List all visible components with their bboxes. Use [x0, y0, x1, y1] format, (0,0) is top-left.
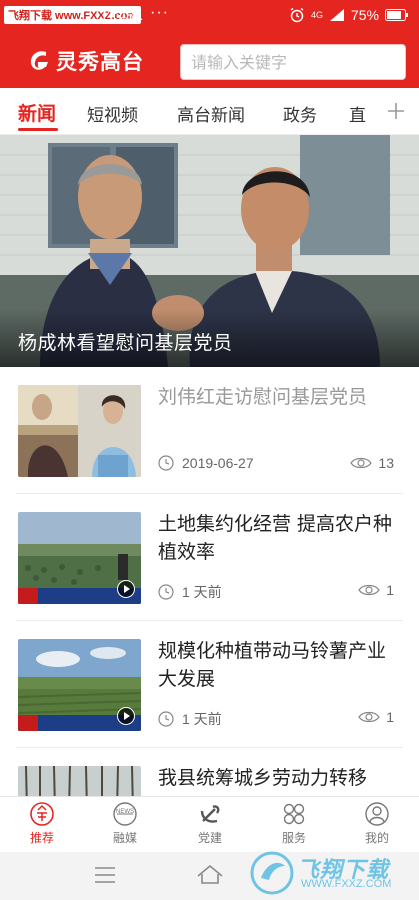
- news-thumbnail: [18, 512, 141, 604]
- nav-label: 党建: [197, 831, 222, 845]
- news-item[interactable]: 规模化种植带动马铃薯产业大发展 1 天前 1: [0, 621, 419, 748]
- tab-gaotai-news[interactable]: 高台新闻: [177, 101, 245, 126]
- news-title: 规模化种植带动马铃薯产业大发展: [158, 640, 387, 690]
- home-icon[interactable]: [196, 864, 224, 888]
- add-channel-button[interactable]: [375, 88, 419, 134]
- app-logo: 灵秀高台: [26, 46, 144, 76]
- tab-news[interactable]: 新闻: [18, 99, 56, 126]
- news-item[interactable]: 我县统筹城乡劳动力转移: [0, 748, 419, 796]
- news-time: 1 天前: [158, 582, 222, 602]
- service-icon: [283, 803, 305, 825]
- clock-icon: [158, 455, 174, 471]
- news-meta: 2019-06-27 13: [158, 455, 394, 475]
- news-time-text: 1 天前: [182, 711, 222, 727]
- nav-label: 推荐: [29, 831, 54, 845]
- profile-icon: [365, 802, 389, 826]
- news-icon: NEWS: [113, 802, 137, 826]
- logo-text: 灵秀高台: [56, 50, 144, 74]
- news-views: 1: [358, 709, 394, 725]
- news-time: 2019-06-27: [158, 455, 254, 471]
- eye-icon: [358, 584, 380, 596]
- news-title: 我县统筹城乡劳动力转移: [158, 767, 368, 789]
- play-icon: [117, 580, 135, 598]
- bottom-nav: 推荐 NEWS 融媒 党建 服务 我的: [0, 796, 419, 852]
- news-views: 1: [358, 582, 394, 598]
- nav-media[interactable]: NEWS 融媒: [95, 801, 155, 851]
- news-title: 土地集约化经营 提高农户种植效率: [158, 513, 393, 563]
- nav-service[interactable]: 服务: [264, 801, 324, 851]
- tab-active-indicator: [18, 128, 58, 131]
- news-thumbnail: [18, 639, 141, 731]
- play-icon: [117, 707, 135, 725]
- news-views: 13: [350, 455, 394, 471]
- recommend-icon: [30, 802, 54, 826]
- watermark-logo-icon: [250, 851, 294, 895]
- news-item[interactable]: 刘伟红走访慰问基层党员 2019-06-27 13: [0, 367, 419, 494]
- status-right: 4G 75%: [289, 7, 409, 23]
- news-title: 刘伟红走访慰问基层党员: [158, 386, 368, 408]
- search-box[interactable]: [180, 44, 406, 80]
- news-thumbnail: [18, 766, 141, 796]
- app-header: 灵秀高台: [0, 34, 419, 88]
- tab-live[interactable]: 直: [349, 101, 366, 126]
- news-thumbnail: [18, 385, 141, 477]
- party-icon: [200, 805, 220, 823]
- news-views-count: 1: [386, 582, 394, 598]
- clock-icon: [158, 711, 174, 727]
- nav-party[interactable]: 党建: [180, 801, 240, 851]
- menu-icon[interactable]: [94, 866, 116, 888]
- notification-bell-icon: [130, 8, 144, 23]
- news-meta: 1 天前 1: [158, 582, 394, 602]
- news-views-count: 1: [386, 709, 394, 725]
- tab-short-video[interactable]: 短视频: [87, 101, 138, 126]
- status-time: 11:48: [100, 7, 134, 23]
- hero-banner[interactable]: 杨成林看望慰问基层党员: [0, 135, 419, 367]
- hero-title: 杨成林看望慰问基层党员: [18, 332, 233, 354]
- nav-recommend[interactable]: 推荐: [12, 801, 72, 851]
- news-time: 1 天前: [158, 709, 222, 729]
- nav-label: 服务: [281, 831, 306, 845]
- more-notifications-icon: ···: [150, 4, 169, 21]
- clock-icon: [158, 584, 174, 600]
- battery-icon: [385, 9, 409, 21]
- svg-text:NEWS: NEWS: [116, 809, 134, 815]
- news-meta: 1 天前 1: [158, 709, 394, 729]
- eye-icon: [358, 711, 380, 723]
- nav-profile[interactable]: 我的: [347, 801, 407, 851]
- site-watermark: 飞翔下载 WWW.FXXZ.COM: [249, 848, 409, 898]
- tab-government[interactable]: 政务: [283, 101, 317, 126]
- watermark-sub-text: WWW.FXXZ.COM: [301, 878, 392, 890]
- network-label: 4G: [310, 10, 323, 20]
- news-time-text: 1 天前: [182, 584, 222, 600]
- hero-caption: 杨成林看望慰问基层党员: [0, 309, 419, 367]
- eye-icon: [350, 457, 373, 469]
- news-item[interactable]: 土地集约化经营 提高农户种植效率 1 天前 1: [0, 494, 419, 621]
- plus-icon: [388, 103, 404, 119]
- battery-text: 75%: [350, 7, 379, 23]
- signal-icon: [329, 8, 345, 22]
- nav-label: 融媒: [112, 831, 137, 845]
- logo-mark-icon: [30, 51, 48, 70]
- search-input[interactable]: [181, 45, 405, 79]
- status-bar: 飞翔下载 www.FXXZ.com 11:48 ··· 4G 75%: [0, 0, 419, 34]
- news-views-count: 13: [378, 455, 394, 471]
- category-tabs: 新闻 短视频 高台新闻 政务 直: [0, 88, 419, 135]
- news-time-text: 2019-06-27: [182, 455, 254, 471]
- nav-label: 我的: [364, 831, 389, 845]
- alarm-icon: [289, 7, 305, 23]
